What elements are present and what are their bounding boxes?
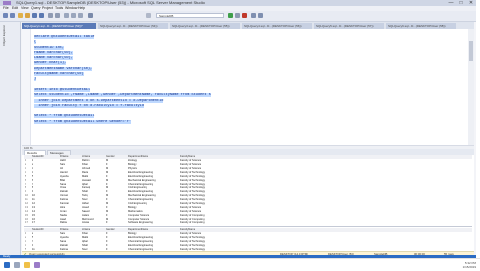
debug-icon[interactable] xyxy=(235,13,240,18)
execute-icon[interactable] xyxy=(228,13,233,18)
paste-icon[interactable] xyxy=(78,13,83,18)
grid-separator xyxy=(24,226,472,227)
scroll-thumb[interactable] xyxy=(469,41,473,61)
connect-icon[interactable] xyxy=(146,13,151,18)
code-area[interactable]: declare @StudentDetail table(StudentID i… xyxy=(34,35,464,125)
start-icon[interactable] xyxy=(4,262,10,268)
table-cell: Rabia xyxy=(60,221,67,225)
code-line-text: ( xyxy=(34,40,37,45)
parse-icon[interactable] xyxy=(251,13,256,18)
code-line-text: Gender char(1), xyxy=(34,61,67,66)
table-row[interactable]: 17 17 Rabia Anwar F Software Engineering Facul… xyxy=(24,221,472,225)
code-line-text: select * from @StudentDetail where Gende… xyxy=(34,119,132,124)
cancel-query-icon[interactable] xyxy=(242,13,247,18)
editor-scrollbar[interactable] xyxy=(468,29,474,145)
table-cell: 17 xyxy=(32,221,35,225)
undo-icon[interactable] xyxy=(48,13,53,18)
table-cell: F xyxy=(106,221,108,225)
table-cell: Anwar xyxy=(82,221,90,225)
ssms-taskbar-icon[interactable] xyxy=(34,262,40,268)
editor-gutter xyxy=(22,29,31,145)
taskbar: 5:32 PM 1/15/2019 xyxy=(0,258,480,271)
cut-icon[interactable] xyxy=(64,13,69,18)
copy-icon[interactable] xyxy=(71,13,76,18)
forward-icon[interactable] xyxy=(10,13,15,18)
table-cell: Software Engineering xyxy=(128,221,153,225)
code-line-text: insert into @StudentDetail xyxy=(34,87,91,92)
code-line-text: select StudentId ,FName ,LName ,Gender ,… xyxy=(34,93,211,98)
search-icon[interactable] xyxy=(14,262,20,268)
result-grid-1: StudentID FName LName Gender DepartmentName F… xyxy=(24,155,472,225)
redo-icon[interactable] xyxy=(55,13,60,18)
document-tabs: SQLQuery1.sql - D...(DESKTOP\User (53))*… xyxy=(22,22,474,29)
code-line-text: FacultyName varchar(50) xyxy=(34,72,84,77)
save-all-icon[interactable] xyxy=(39,13,44,18)
code-line-text: inner join Faculty f on d.FacultyId = f.… xyxy=(34,103,144,108)
clock: 5:32 PM 1/15/2019 xyxy=(463,261,476,269)
code-line-text: select * from @StudentDetail xyxy=(34,114,95,119)
clock-date: 1/15/2019 xyxy=(462,265,476,269)
back-icon[interactable] xyxy=(3,13,8,18)
code-line[interactable]: select * from @StudentDetail where Gende… xyxy=(34,119,464,125)
estimated-plan-icon[interactable] xyxy=(258,13,263,18)
code-line-text: declare @StudentDetail table xyxy=(34,35,95,39)
ssms-logo-icon xyxy=(3,1,11,5)
object-explorer-label: Object Explorer xyxy=(2,25,6,46)
new-query-icon[interactable] xyxy=(18,13,23,18)
code-line-text: inner join Department d on s.DepartmentI… xyxy=(34,98,164,103)
find-icon[interactable] xyxy=(88,13,93,18)
ssms-window: SQLQuery1.sql - DESKTOP.SampleDB (DESKTO… xyxy=(0,0,476,258)
toolbar: SampleDB xyxy=(0,11,476,22)
table-cell: Faculty of Computing xyxy=(180,221,205,225)
code-line-text: LName varchar(50), xyxy=(34,56,73,61)
code-line-text: StudentID int, xyxy=(34,45,65,50)
code-line-text: ) xyxy=(34,77,37,82)
code-line-text: FName varchar(50), xyxy=(34,50,73,55)
save-icon[interactable] xyxy=(32,13,37,18)
open-file-icon[interactable] xyxy=(25,13,30,18)
result-grid-2: StudentID FName LName Gender DepartmentName F… xyxy=(24,228,472,251)
database-select[interactable]: SampleDB xyxy=(156,13,224,18)
code-line-text: DepartmentName varchar(50), xyxy=(34,66,93,71)
results-pane: StudentID FName LName Gender DepartmentName F… xyxy=(22,155,474,251)
row-number: 17 xyxy=(25,221,28,225)
object-explorer-collapsed[interactable]: Object Explorer xyxy=(0,22,21,255)
file-explorer-icon[interactable] xyxy=(24,262,30,268)
query-editor[interactable]: declare @StudentDetail table(StudentID i… xyxy=(22,29,468,145)
